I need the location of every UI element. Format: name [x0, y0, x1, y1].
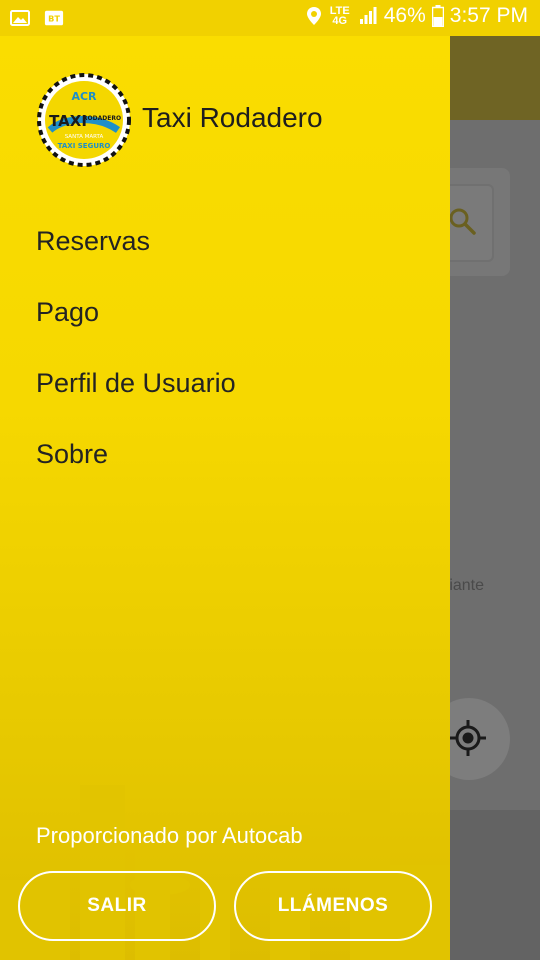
- svg-text:ACR: ACR: [71, 90, 97, 103]
- logout-button[interactable]: SALIR: [18, 871, 216, 941]
- network-type: LTE 4G: [330, 6, 350, 27]
- status-bar: BT LTE 4G 46% 3:57 PM: [0, 0, 540, 36]
- search-icon[interactable]: [447, 206, 477, 236]
- image-icon: [10, 10, 30, 26]
- taxi-rodadero-logo: ACR TAXI RODADERO SANTA MARTA TAXI SEGUR…: [37, 73, 131, 167]
- battery-percent: 46%: [383, 4, 426, 27]
- menu-item-perfil-usuario[interactable]: Perfil de Usuario: [0, 348, 450, 419]
- navigation-drawer: ACR TAXI RODADERO SANTA MARTA TAXI SEGUR…: [0, 36, 450, 960]
- signal-icon: [359, 7, 377, 24]
- bluetooth-audio-icon: BT: [44, 10, 64, 26]
- call-us-button[interactable]: LLÁMENOS: [234, 871, 432, 941]
- status-notifications: BT: [10, 8, 64, 28]
- menu-item-reservas[interactable]: Reservas: [0, 206, 450, 277]
- status-system: LTE 4G 46% 3:57 PM: [304, 4, 528, 28]
- location-icon: [306, 7, 321, 25]
- battery-icon: [431, 5, 444, 27]
- menu-item-pago[interactable]: Pago: [0, 277, 450, 348]
- network-type-line2: 4G: [332, 15, 348, 27]
- map-area-bottom: [450, 810, 540, 960]
- clock: 3:57 PM: [449, 4, 528, 27]
- map-street-label: riante: [444, 577, 485, 594]
- svg-text:BT: BT: [48, 14, 60, 24]
- drawer-header: ACR TAXI RODADERO SANTA MARTA TAXI SEGUR…: [36, 72, 436, 168]
- svg-text:RODADERO: RODADERO: [83, 115, 121, 122]
- menu-item-sobre[interactable]: Sobre: [0, 419, 450, 490]
- svg-text:SANTA MARTA: SANTA MARTA: [65, 134, 104, 140]
- powered-by-text: Proporcionado por Autocab: [36, 823, 303, 848]
- svg-text:TAXI: TAXI: [49, 112, 87, 130]
- svg-text:TAXI SEGURO: TAXI SEGURO: [58, 142, 111, 150]
- drawer-menu: Reservas Pago Perfil de Usuario Sobre: [0, 206, 450, 490]
- app-title: Taxi Rodadero: [142, 102, 323, 133]
- crosshair-icon: [450, 720, 486, 756]
